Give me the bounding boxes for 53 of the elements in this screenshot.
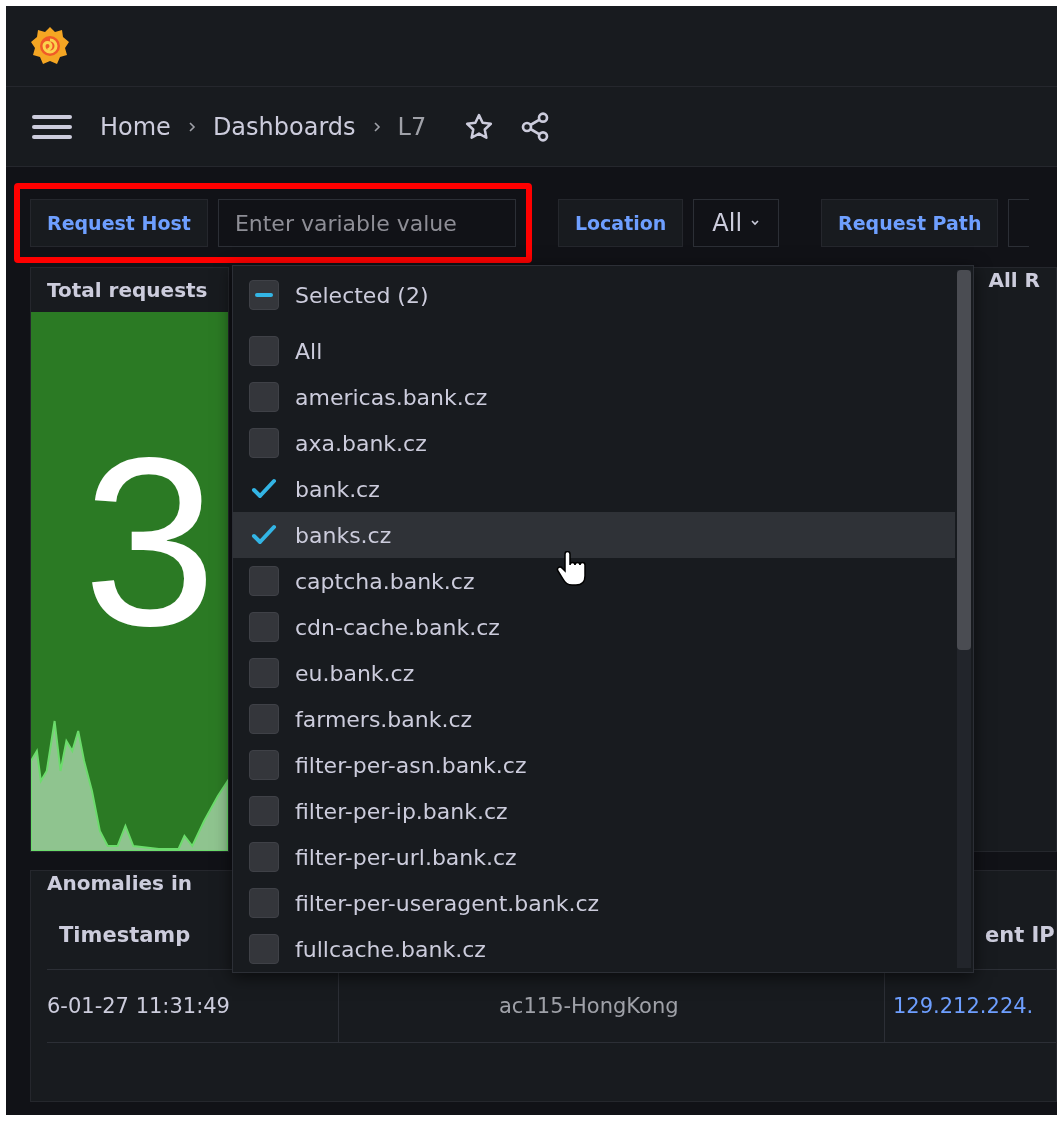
option-label: Selected (2) — [295, 282, 429, 308]
column-header: ent IP — [985, 923, 1055, 947]
dropdown-option[interactable]: filter-per-useragent.bank.cz — [233, 880, 955, 926]
breadcrumb-link[interactable]: Dashboards — [212, 112, 356, 141]
variable-select[interactable] — [1008, 199, 1030, 247]
checkbox[interactable] — [249, 658, 279, 688]
variable-label: Request Path — [821, 199, 999, 247]
dropdown-option[interactable]: eu.bank.cz — [233, 650, 955, 696]
table-cell: ac115-HongKong — [499, 994, 679, 1018]
dropdown-option[interactable]: axa.bank.cz — [233, 420, 955, 466]
chevron-icon — [186, 119, 197, 134]
dropdown-option[interactable]: fullcache.bank.cz — [233, 926, 955, 972]
dropdown-option[interactable]: banks.cz — [233, 512, 955, 558]
dropdown-option[interactable]: bank.cz — [233, 466, 955, 512]
dropdown-option[interactable]: cdn-cache.bank.cz — [233, 604, 955, 650]
hand-cursor-icon — [556, 551, 586, 587]
dropdown-option[interactable]: filter-per-ip.bank.cz — [233, 788, 955, 834]
variable-label: Request Host — [30, 199, 208, 247]
stat-value: 3 — [83, 422, 217, 662]
checkbox[interactable] — [249, 796, 279, 826]
breadcrumb-link[interactable]: L7 — [397, 112, 427, 141]
panel-title: Anomalies in — [46, 870, 194, 897]
dropdown-option[interactable]: americas.bank.cz — [233, 374, 955, 420]
ip-link[interactable]: 129.212.224. — [893, 994, 1034, 1018]
star-icon[interactable] — [464, 111, 495, 142]
select-all-checkbox[interactable] — [249, 280, 279, 310]
checkbox[interactable] — [249, 566, 279, 596]
dropdown-option[interactable]: captcha.bank.cz — [233, 558, 955, 604]
dropdown-option[interactable]: filter-per-asn.bank.cz — [233, 742, 955, 788]
checkbox[interactable] — [249, 842, 279, 872]
checkbox[interactable] — [249, 428, 279, 458]
checkbox[interactable] — [249, 382, 279, 412]
variable-label: Location — [557, 199, 684, 247]
menu-icon[interactable] — [32, 113, 72, 140]
checkbox[interactable] — [249, 612, 279, 642]
checkbox[interactable] — [249, 888, 279, 918]
checkbox[interactable] — [249, 934, 279, 964]
breadcrumb-link[interactable]: Home — [100, 112, 171, 141]
chevron-icon — [371, 119, 382, 134]
panel-title: All R — [987, 267, 1041, 294]
variable-input[interactable]: Enter variable value — [217, 199, 516, 247]
column-header: Timestamp — [59, 923, 191, 947]
checkbox[interactable] — [249, 750, 279, 780]
scrollbar[interactable] — [957, 270, 971, 968]
dropdown-option[interactable]: filter-per-url.bank.cz — [233, 834, 955, 880]
dropdown-option[interactable]: All — [233, 328, 955, 374]
checkbox[interactable] — [249, 336, 279, 366]
table-cell: 6-01-27 11:31:49 — [47, 994, 230, 1018]
checkbox[interactable] — [249, 704, 279, 734]
dropdown-option[interactable]: farmers.bank.cz — [233, 696, 955, 742]
variable-select[interactable]: All — [693, 199, 780, 247]
panel-title: Total requests — [46, 277, 209, 304]
caret-icon — [750, 219, 761, 227]
